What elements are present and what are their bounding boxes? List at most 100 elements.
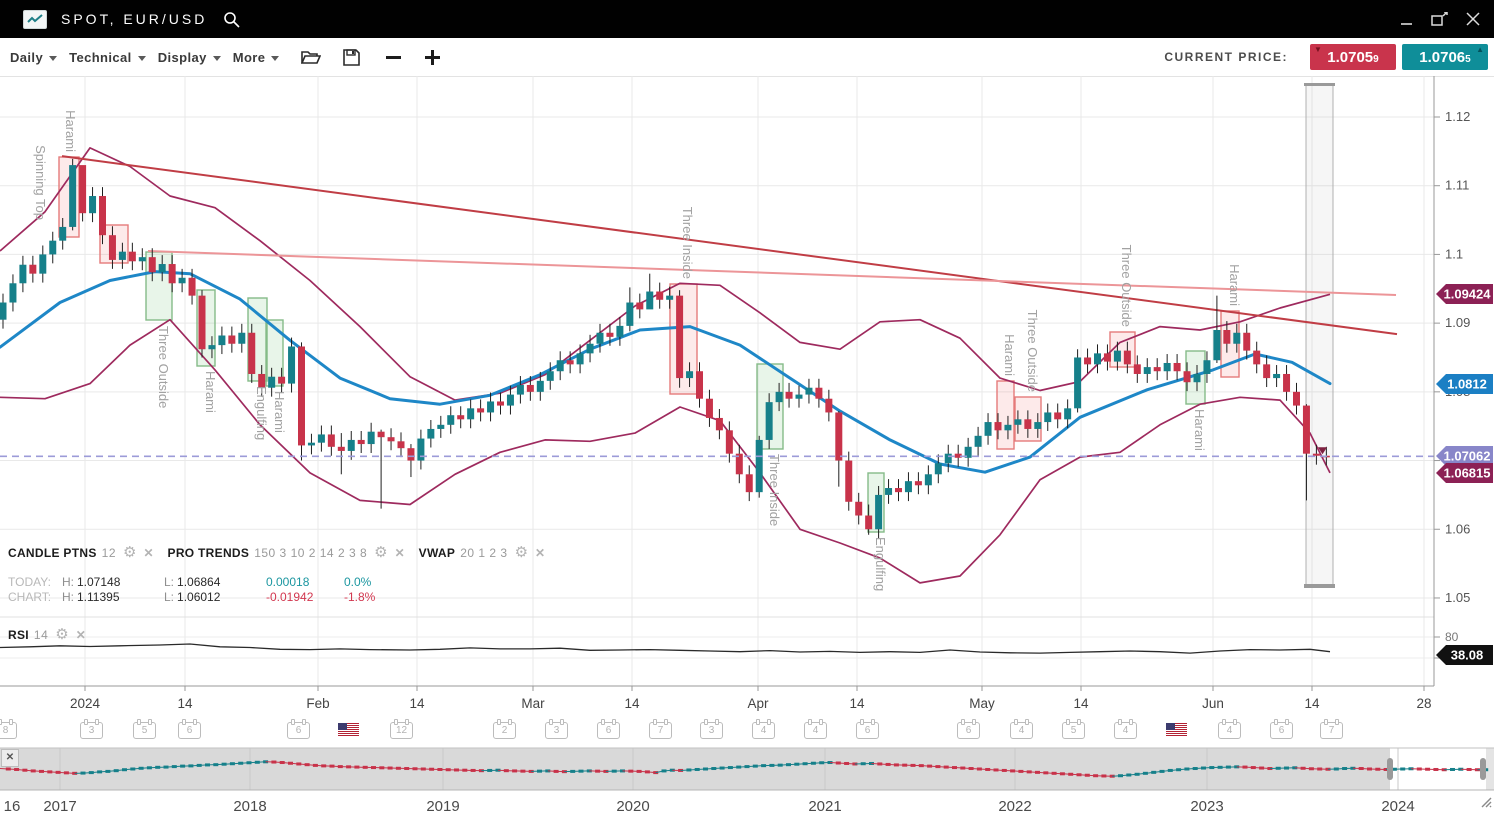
calendar-event-icon[interactable]: 6 bbox=[957, 722, 980, 739]
trendline[interactable] bbox=[148, 251, 1396, 295]
candle bbox=[567, 360, 574, 364]
candle bbox=[467, 408, 474, 419]
candle bbox=[1044, 412, 1051, 422]
us-flag-icon[interactable] bbox=[1166, 723, 1187, 736]
candle bbox=[1194, 374, 1201, 382]
chevron-down-icon bbox=[271, 56, 279, 61]
calendar-event-icon[interactable]: 4 bbox=[752, 722, 775, 739]
calendar-event-icon[interactable]: 3 bbox=[700, 722, 723, 739]
navigator-close-button[interactable]: ✕ bbox=[1, 749, 19, 767]
calendar-event-icon[interactable]: 6 bbox=[597, 722, 620, 739]
calendar-event-icon[interactable]: 4 bbox=[1114, 722, 1137, 739]
gear-icon[interactable]: ⚙ bbox=[515, 547, 528, 559]
axes[interactable]: 1.121.111.11.091.081.071.061.05202414Feb… bbox=[0, 76, 1470, 711]
candle bbox=[378, 432, 385, 437]
search-icon[interactable] bbox=[223, 11, 240, 28]
price-badge: 1.0812 bbox=[1436, 374, 1493, 394]
gear-icon[interactable]: ⚙ bbox=[55, 629, 68, 641]
save-icon[interactable] bbox=[343, 49, 360, 66]
candle bbox=[597, 333, 604, 344]
calendar-event-icon[interactable]: 3 bbox=[545, 722, 568, 739]
calendar-event-icon[interactable]: 4 bbox=[804, 722, 827, 739]
navigator-handle[interactable] bbox=[1480, 758, 1486, 780]
open-folder-icon[interactable] bbox=[301, 49, 321, 65]
close-icon[interactable]: ✕ bbox=[143, 546, 153, 560]
candle bbox=[1134, 364, 1141, 374]
candle bbox=[577, 353, 584, 364]
close-icon[interactable]: ✕ bbox=[535, 546, 545, 560]
pattern-boxes bbox=[59, 157, 1239, 532]
zoom-in-button[interactable] bbox=[425, 50, 440, 65]
candle bbox=[1253, 351, 1260, 365]
chevron-down-icon bbox=[49, 56, 57, 61]
close-icon[interactable]: ✕ bbox=[395, 546, 405, 560]
navigator-handle[interactable] bbox=[1387, 758, 1393, 780]
popout-icon[interactable] bbox=[1431, 12, 1448, 27]
close-icon[interactable]: ✕ bbox=[76, 628, 86, 642]
minimize-icon[interactable] bbox=[1400, 13, 1413, 26]
candle bbox=[1313, 454, 1320, 456]
pattern-label: Spinning Top bbox=[33, 145, 48, 220]
candle bbox=[338, 447, 345, 451]
calendar-event-icon[interactable]: 6 bbox=[287, 722, 310, 739]
calendar-event-icon[interactable]: 8 bbox=[0, 722, 17, 739]
vwap-label: VWAP bbox=[419, 546, 456, 560]
pattern-label: Harami bbox=[1192, 409, 1207, 451]
calendar-event-icon[interactable]: 6 bbox=[178, 722, 201, 739]
candle bbox=[308, 443, 315, 446]
candle bbox=[238, 333, 245, 344]
range-navigator[interactable]: 1620172018201920202021202220232024 bbox=[0, 748, 1494, 815]
candle bbox=[676, 296, 683, 378]
calendar-event-icon[interactable]: 12 bbox=[390, 722, 413, 739]
price-badge: 1.09424 bbox=[1436, 284, 1493, 304]
menu-interval-label: Daily bbox=[10, 50, 43, 65]
pattern-label: Three Outside bbox=[1119, 245, 1134, 327]
pattern-box bbox=[266, 320, 283, 386]
menu-more[interactable]: More bbox=[233, 50, 280, 65]
calendar-event-icon[interactable]: 4 bbox=[1218, 722, 1241, 739]
candle bbox=[318, 434, 325, 442]
candle bbox=[228, 335, 235, 343]
navigator-year-label: 2019 bbox=[426, 798, 459, 815]
candle bbox=[616, 326, 623, 337]
calendar-event-icon[interactable]: 5 bbox=[133, 722, 156, 739]
x-axis-tick-label: 28 bbox=[1416, 696, 1431, 711]
rsi-panel[interactable]: 8020 bbox=[0, 630, 1459, 665]
candle bbox=[686, 371, 693, 378]
candle bbox=[1233, 333, 1240, 344]
gear-icon[interactable]: ⚙ bbox=[374, 547, 387, 559]
us-flag-icon[interactable] bbox=[338, 723, 359, 736]
candle bbox=[9, 283, 16, 302]
today-label: TODAY: bbox=[8, 575, 62, 589]
y-axis-tick-label: 1.05 bbox=[1445, 590, 1470, 605]
calendar-event-icon[interactable]: 6 bbox=[856, 722, 879, 739]
selection-highlight-band[interactable] bbox=[1304, 83, 1335, 588]
calendar-event-icon[interactable]: 2 bbox=[493, 722, 516, 739]
navigator-year-label: 16 bbox=[4, 798, 21, 815]
gear-icon[interactable]: ⚙ bbox=[123, 547, 136, 559]
chart-change-pct: -1.8% bbox=[344, 590, 375, 604]
close-icon[interactable] bbox=[1466, 12, 1480, 26]
candle bbox=[447, 415, 454, 425]
menu-display[interactable]: Display bbox=[158, 50, 221, 65]
chart-label: CHART: bbox=[8, 590, 62, 604]
calendar-event-icon[interactable]: 4 bbox=[1010, 722, 1033, 739]
calendar-event-icon[interactable]: 7 bbox=[1320, 722, 1343, 739]
today-high-value: 1.07148 bbox=[77, 575, 120, 589]
calendar-event-icon[interactable]: 3 bbox=[80, 722, 103, 739]
calendar-event-icon[interactable]: 6 bbox=[1270, 722, 1293, 739]
candle bbox=[1114, 351, 1121, 362]
calendar-event-icon[interactable]: 7 bbox=[649, 722, 672, 739]
candle bbox=[1263, 364, 1270, 378]
candle bbox=[1124, 351, 1131, 365]
zoom-out-button[interactable] bbox=[386, 56, 401, 59]
resize-grip[interactable] bbox=[1480, 795, 1492, 813]
candle bbox=[626, 303, 633, 326]
candle bbox=[1184, 371, 1191, 382]
pattern-label: Harami bbox=[63, 110, 78, 152]
menu-technical[interactable]: Technical bbox=[69, 50, 146, 65]
candle bbox=[477, 408, 484, 412]
calendar-event-icon[interactable]: 5 bbox=[1062, 722, 1085, 739]
price-chart[interactable]: Spinning TopHaramiThree OutsideHaramiEng… bbox=[0, 76, 1494, 815]
menu-interval[interactable]: Daily bbox=[10, 50, 57, 65]
